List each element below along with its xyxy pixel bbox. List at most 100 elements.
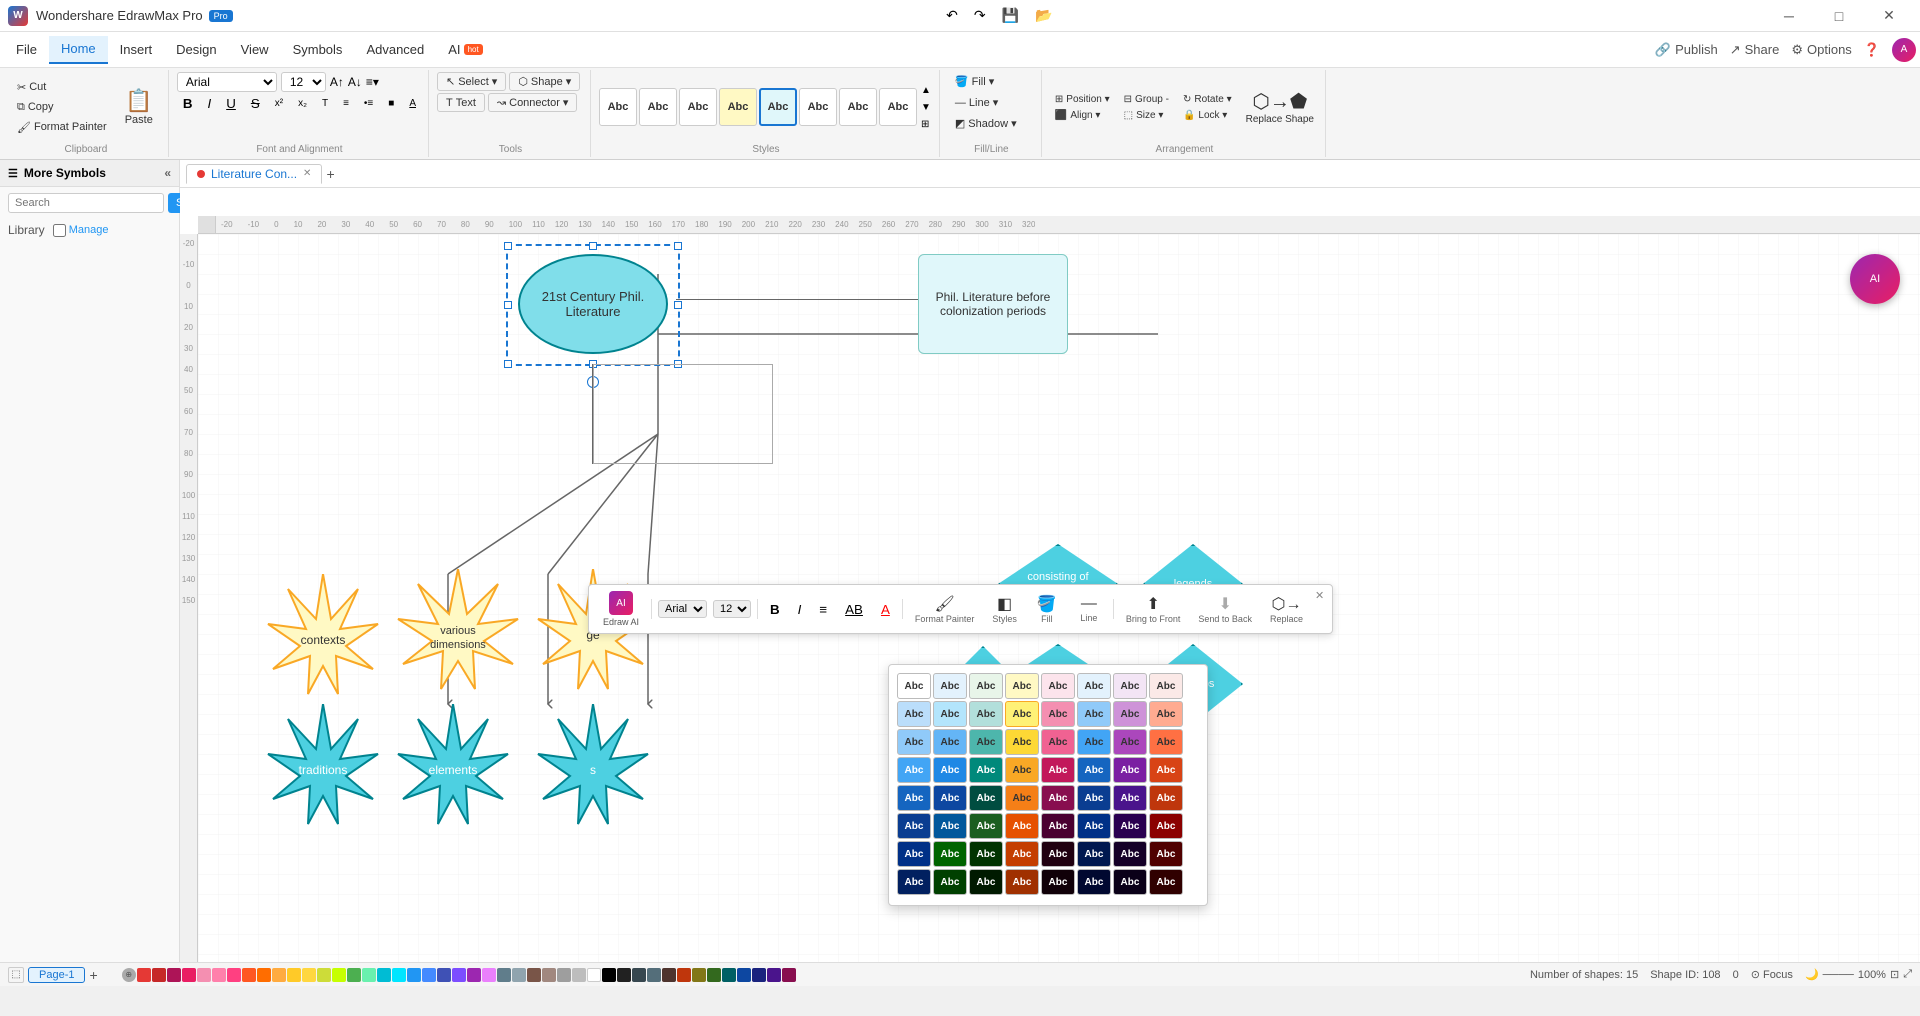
font-color-bg-button[interactable]: ■ <box>382 96 400 111</box>
style-btn-4-8[interactable]: Abc <box>1149 757 1183 783</box>
color-bright-lime[interactable] <box>332 968 346 982</box>
style-btn-6-6[interactable]: Abc <box>1077 813 1111 839</box>
focus-button[interactable]: ⊙ Focus <box>1751 968 1793 981</box>
style-btn-1-5[interactable]: Abc <box>1041 673 1075 699</box>
ft-line-button[interactable]: — Line <box>1071 592 1107 626</box>
style-btn-7-1[interactable]: Abc <box>897 841 931 867</box>
edraw-ai-button[interactable]: AI Edraw AI <box>597 589 645 629</box>
color-light-blue[interactable] <box>422 968 436 982</box>
color-grey[interactable] <box>557 968 571 982</box>
style-btn-7-2[interactable]: Abc <box>933 841 967 867</box>
shadow-button[interactable]: ◩ Shadow ▾ <box>948 114 1024 133</box>
style-btn-8-5[interactable]: Abc <box>1041 869 1075 895</box>
rotate-button[interactable]: ↻ Rotate ▾ <box>1178 92 1237 107</box>
close-tab-button[interactable]: ✕ <box>303 168 311 179</box>
color-deep-purple2[interactable] <box>767 968 781 982</box>
elements-node[interactable]: elements <box>388 704 518 837</box>
color-bright-cyan[interactable] <box>392 968 406 982</box>
traditions-node[interactable]: traditions <box>258 704 388 837</box>
styles-expand[interactable]: ⊞ <box>919 117 933 132</box>
text-wrap-button[interactable]: T <box>316 96 334 111</box>
style-btn-3-4[interactable]: Abc <box>1005 729 1039 755</box>
color-purple[interactable] <box>467 968 481 982</box>
color-dark-red[interactable] <box>152 968 166 982</box>
color-lighter-pink[interactable] <box>212 968 226 982</box>
font-family-select[interactable]: Arial <box>177 72 277 92</box>
color-dark-grey[interactable] <box>632 968 646 982</box>
style-btn-2-6[interactable]: Abc <box>1077 701 1111 727</box>
help-button[interactable]: ❓ <box>1864 42 1880 58</box>
style-btn-7-6[interactable]: Abc <box>1077 841 1111 867</box>
style-btn-7-8[interactable]: Abc <box>1149 841 1183 867</box>
ft-format-painter-button[interactable]: 🖌 Format Painter <box>909 591 981 627</box>
style-btn-6-4[interactable]: Abc <box>1005 813 1039 839</box>
ft-text-color-button[interactable]: A <box>875 599 896 620</box>
copy-button[interactable]: ⧉Copy <box>10 98 114 117</box>
style-btn-4-7[interactable]: Abc <box>1113 757 1147 783</box>
color-orange[interactable] <box>257 968 271 982</box>
style-btn-6-8[interactable]: Abc <box>1149 813 1183 839</box>
menu-design[interactable]: Design <box>164 36 228 64</box>
zoom-out-button[interactable]: 🌙 <box>1805 968 1819 981</box>
zoom-slider[interactable]: ──── <box>1823 969 1854 981</box>
style-btn-5-2[interactable]: Abc <box>933 785 967 811</box>
options-button[interactable]: ⚙ Options <box>1791 42 1851 58</box>
color-cyan[interactable] <box>377 968 391 982</box>
color-dark-blue[interactable] <box>737 968 751 982</box>
manage-check[interactable] <box>53 224 66 237</box>
cut-button[interactable]: ✂Cut <box>10 78 114 97</box>
right-rect[interactable]: Phil. Literature before colonization per… <box>918 254 1068 354</box>
color-light-blue-grey[interactable] <box>512 968 526 982</box>
size-button[interactable]: ⬚ Size ▾ <box>1119 108 1174 123</box>
style-btn-3-7[interactable]: Abc <box>1113 729 1147 755</box>
color-light-purple[interactable] <box>482 968 496 982</box>
style-btn-5-5[interactable]: Abc <box>1041 785 1075 811</box>
style-btn-3-8[interactable]: Abc <box>1149 729 1183 755</box>
line-button[interactable]: — Line ▾ <box>948 93 1005 112</box>
underline-button[interactable]: U <box>220 94 242 113</box>
ft-bring-to-front-button[interactable]: ⬆ Bring to Front <box>1120 591 1187 627</box>
color-light-brown[interactable] <box>542 968 556 982</box>
styles-scroll-down[interactable]: ▼ <box>919 100 933 115</box>
style-abc-2[interactable]: Abc <box>639 88 677 126</box>
style-btn-7-5[interactable]: Abc <box>1041 841 1075 867</box>
ft-bold-button[interactable]: B <box>764 599 786 620</box>
ai-assistant-button[interactable]: AI <box>1850 254 1900 304</box>
style-btn-2-4[interactable]: Abc <box>1005 701 1039 727</box>
style-btn-1-6[interactable]: Abc <box>1077 673 1111 699</box>
style-btn-4-2[interactable]: Abc <box>933 757 967 783</box>
share-button[interactable]: ↗ Share <box>1730 42 1780 58</box>
style-btn-3-3[interactable]: Abc <box>969 729 1003 755</box>
add-page-button[interactable]: + <box>89 967 97 983</box>
contexts-node[interactable]: contexts <box>258 574 388 707</box>
connector-button[interactable]: ↝ Connector ▾ <box>488 93 578 112</box>
s-node[interactable]: s <box>528 704 658 837</box>
redo-button[interactable]: ↷ <box>968 5 992 26</box>
color-dark-orange[interactable] <box>677 968 691 982</box>
style-btn-4-3[interactable]: Abc <box>969 757 1003 783</box>
style-btn-6-7[interactable]: Abc <box>1113 813 1147 839</box>
color-brown[interactable] <box>527 968 541 982</box>
list-button[interactable]: ≡ <box>337 96 355 111</box>
position-button[interactable]: ⊞ Position ▾ <box>1050 92 1115 107</box>
style-btn-7-3[interactable]: Abc <box>969 841 1003 867</box>
various-dimensions-node[interactable]: various dimensions <box>388 569 528 702</box>
style-btn-1-7[interactable]: Abc <box>1113 673 1147 699</box>
save-button[interactable]: 💾 <box>996 5 1025 26</box>
style-btn-1-2[interactable]: Abc <box>933 673 967 699</box>
style-btn-1-8[interactable]: Abc <box>1149 673 1183 699</box>
style-btn-3-6[interactable]: Abc <box>1077 729 1111 755</box>
style-btn-2-8[interactable]: Abc <box>1149 701 1183 727</box>
text-button[interactable]: T Text <box>437 93 485 112</box>
ft-send-to-back-button[interactable]: ⬇ Send to Back <box>1192 591 1258 627</box>
align-ribbon-button[interactable]: ⬛ Align ▾ <box>1050 108 1115 123</box>
color-amber[interactable] <box>272 968 286 982</box>
lock-button[interactable]: 🔒 Lock ▾ <box>1178 108 1237 123</box>
style-btn-2-7[interactable]: Abc <box>1113 701 1147 727</box>
color-deep-purple[interactable] <box>452 968 466 982</box>
fill-button[interactable]: 🪣 Fill ▾ <box>948 72 1001 91</box>
ft-fill-button[interactable]: 🪣 Fill <box>1029 591 1065 627</box>
italic-button[interactable]: I <box>202 94 218 113</box>
color-light-pink[interactable] <box>197 968 211 982</box>
color-medium-grey[interactable] <box>647 968 661 982</box>
